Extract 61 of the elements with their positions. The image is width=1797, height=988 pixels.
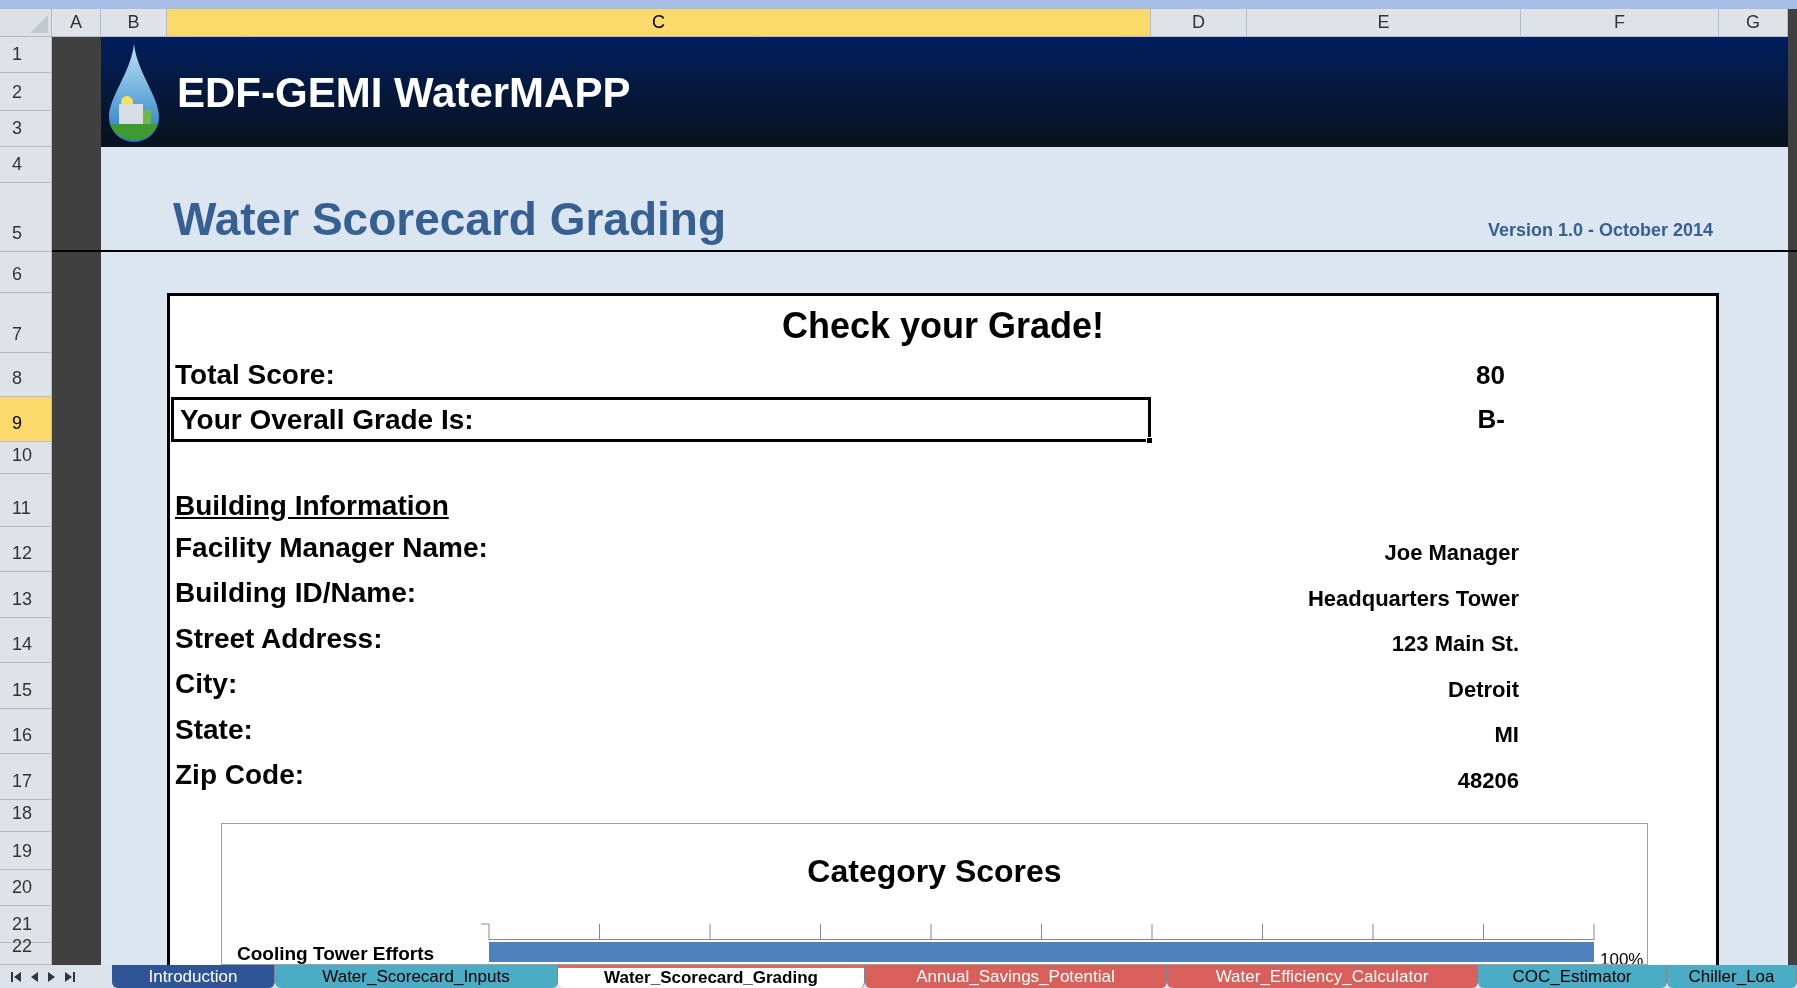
field-label: Building ID/Name:	[174, 576, 418, 610]
grade-cell[interactable]: Your Overall Grade Is:	[171, 397, 1151, 442]
field-value: 48206	[1457, 766, 1520, 795]
triangle-icon	[30, 15, 48, 33]
row-header[interactable]: 12	[0, 527, 52, 572]
row-header[interactable]: 13	[0, 572, 52, 618]
row-header[interactable]: 16	[0, 709, 52, 754]
row-header[interactable]: 5	[0, 183, 52, 252]
field-label: Street Address:	[174, 622, 384, 656]
row-header[interactable]: 19	[0, 832, 52, 870]
first-sheet-icon[interactable]	[10, 970, 22, 983]
total-score-label: Total Score:	[174, 358, 336, 392]
sheet-tab[interactable]: Water_Scorecard_Inputs	[275, 965, 558, 988]
row-header[interactable]: 1	[0, 37, 52, 73]
field-value: Headquarters Tower	[1307, 584, 1520, 613]
row-header[interactable]: 15	[0, 663, 52, 709]
column-header[interactable]: C	[167, 9, 1151, 37]
field-value: MI	[1494, 721, 1520, 749]
row-header[interactable]: 9	[0, 397, 52, 442]
section-heading: Building Information	[174, 489, 450, 523]
row-header[interactable]: 20	[0, 870, 52, 906]
row-header[interactable]: 10	[0, 442, 52, 474]
row-header[interactable]: 18	[0, 800, 52, 832]
field-value: 123 Main St.	[1391, 630, 1520, 658]
column-header[interactable]: D	[1151, 9, 1247, 37]
row-header[interactable]: 11	[0, 474, 52, 527]
row-header[interactable]: 6	[0, 252, 52, 293]
field-label: Zip Code:	[174, 758, 306, 792]
column-header[interactable]: G	[1719, 9, 1788, 37]
field-value: Detroit	[1448, 675, 1520, 704]
field-label: Facility Manager Name:	[174, 531, 489, 565]
chart-title: Category Scores	[807, 851, 1062, 891]
field-label: City:	[174, 667, 239, 701]
total-score-value: 80	[1476, 358, 1506, 392]
sheet-tab[interactable]: COC_Estimator	[1478, 965, 1667, 988]
field-value: Joe Manager	[1384, 539, 1520, 567]
column-header[interactable]: E	[1247, 9, 1521, 37]
sheet-tab[interactable]: Water_Scorecard_Grading	[558, 965, 865, 988]
row-header[interactable]: 8	[0, 353, 52, 397]
row-header[interactable]: 3	[0, 111, 52, 147]
column-header[interactable]: A	[52, 9, 101, 37]
fill-handle[interactable]	[1146, 437, 1153, 444]
version-text: Version 1.0 - October 2014	[1487, 219, 1714, 242]
page-title: Water Scorecard Grading	[173, 191, 726, 247]
row-header[interactable]: 7	[0, 293, 52, 353]
column-header[interactable]: F	[1521, 9, 1719, 37]
column-header[interactable]: B	[101, 9, 167, 37]
row-header[interactable]: 4	[0, 147, 52, 183]
field-label: State:	[174, 713, 254, 747]
row-header[interactable]: 17	[0, 754, 52, 800]
sheet-tab[interactable]: Introduction	[112, 965, 275, 988]
category-label: Cooling Tower Efforts	[237, 942, 435, 964]
sheet-tab[interactable]: Chiller_Loa	[1667, 965, 1797, 988]
row-header[interactable]: 14	[0, 618, 52, 663]
row-header[interactable]: 2	[0, 73, 52, 111]
card-heading: Check your Grade!	[781, 304, 1105, 348]
sheet-tab[interactable]: Water_Efficiency_Calculator	[1167, 965, 1478, 988]
last-sheet-icon[interactable]	[64, 970, 76, 983]
grade-value: B-	[1477, 403, 1506, 436]
banner-title: EDF-GEMI WaterMAPP	[177, 67, 631, 118]
sheet-tab[interactable]: Annual_Savings_Potential	[865, 965, 1167, 988]
